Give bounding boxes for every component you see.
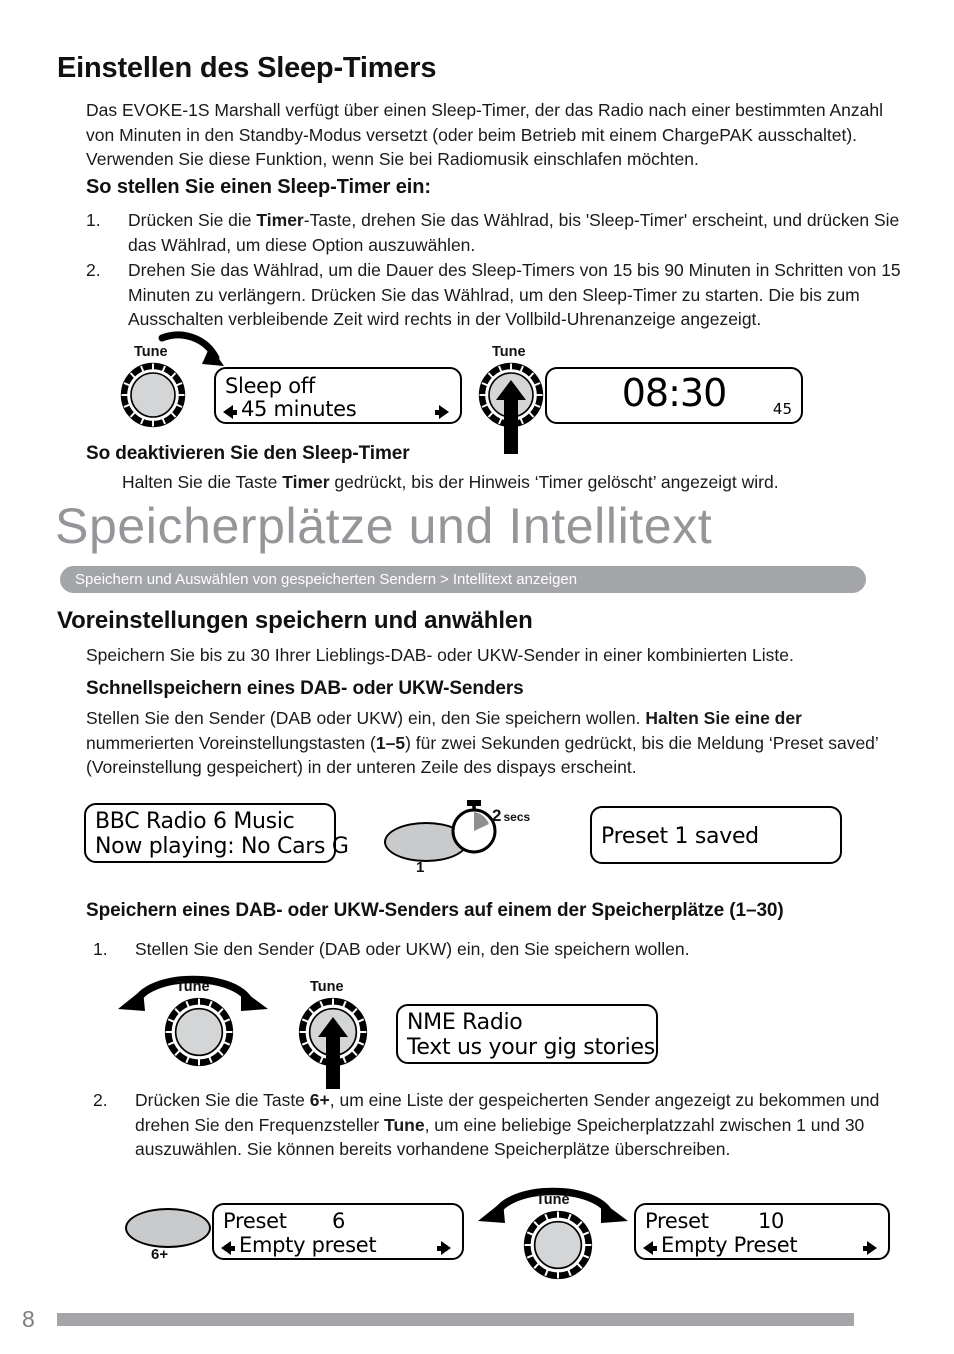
duration-number: 2 (492, 806, 502, 825)
list-item-number: 2. (86, 260, 101, 280)
knob-label-tune: Tune (310, 979, 344, 995)
knob-label-tune: Tune (176, 979, 210, 995)
presets-heading: Voreinstellungen speichern und anwählen (57, 607, 533, 634)
right-arrow-icon (863, 1241, 877, 1255)
duration-unit: secs (503, 810, 531, 824)
press-arrow-icon (318, 1017, 348, 1089)
store-heading: Speichern eines DAB- oder UKW-Senders au… (86, 900, 784, 921)
lcd-line-1: NME Radio (407, 1010, 523, 1035)
tune-knob[interactable] (523, 1210, 593, 1280)
preset-button-6plus[interactable] (125, 1208, 211, 1248)
lcd-display-nme: NME Radio Text us your gig stories (396, 1004, 658, 1064)
lcd-line-1: Sleep off (225, 374, 315, 398)
left-arrow-icon (223, 405, 237, 419)
preset-button-1-label: 1 (416, 859, 425, 876)
lcd-line-1-label: Preset (645, 1209, 709, 1233)
list-item-number: 1. (86, 210, 101, 230)
manual-page: Einstellen des Sleep-Timers Das EVOKE-1S… (0, 0, 954, 1354)
lcd-line-1-value: 6 (332, 1209, 346, 1233)
clock-remaining-minutes: 45 (772, 400, 792, 418)
duration-label: 2 secs (492, 806, 530, 826)
list-item-number: 2. (93, 1090, 108, 1110)
chapter-title: Speicherplätze und Intellitext (55, 498, 713, 554)
preset-button-6plus-label: 6+ (151, 1246, 169, 1263)
list-item: 1. Stellen Sie den Sender (DAB oder UKW)… (93, 937, 913, 962)
deactivate-heading: So deaktivieren Sie den Sleep-Timer (86, 443, 410, 464)
left-arrow-icon (221, 1241, 235, 1255)
lcd-display-station: BBC Radio 6 Music Now playing: No Cars G (84, 803, 349, 863)
left-arrow-icon (643, 1241, 657, 1255)
clock-time: 08:30 (621, 371, 728, 415)
footer-bar (57, 1313, 854, 1326)
sleep-timer-intro: Das EVOKE-1S Marshall verfügt über einen… (86, 100, 883, 170)
lcd-display-clock: 08:30 45 (545, 367, 803, 424)
press-arrow-icon (496, 380, 526, 454)
list-item-text: Drücken Sie die Taste 6+, um eine Liste … (135, 1090, 880, 1160)
list-item-text: Stellen Sie den Sender (DAB oder UKW) ei… (135, 939, 690, 959)
keyword-timer: Timer (256, 210, 304, 230)
list-item-text: Drücken Sie die Timer-Taste, drehen Sie … (128, 210, 900, 255)
quicksave-text: Stellen Sie den Sender (DAB oder UKW) ei… (86, 708, 879, 778)
keyword-timer: Timer (282, 472, 330, 492)
keyword-6plus: 6+ (309, 1090, 330, 1110)
list-item: 2. Drehen Sie das Wählrad, um die Dauer … (86, 258, 912, 332)
page-title: Einstellen des Sleep-Timers (57, 52, 437, 84)
breadcrumb: Speichern und Auswählen von gespeicherte… (60, 566, 866, 593)
list-item: 1. Drücken Sie die Timer-Taste, drehen S… (86, 208, 912, 257)
lcd-line-1-label: Preset (223, 1209, 287, 1233)
tune-knob[interactable] (120, 362, 186, 428)
lcd-line-2: Text us your gig stories (407, 1035, 655, 1060)
sleep-timer-set-heading: So stellen Sie einen Sleep-Timer ein: (86, 176, 431, 198)
presets-intro: Speichern Sie bis zu 30 Ihrer Lieblings-… (86, 645, 794, 665)
keyword-halten: Halten Sie eine der (645, 708, 802, 728)
breadcrumb-separator: > (440, 571, 449, 588)
lcd-display-preset-6: Preset 6 Empty preset (212, 1203, 464, 1260)
tune-knob[interactable] (164, 997, 234, 1067)
knob-label-tune: Tune (492, 344, 526, 360)
lcd-line-1-value: 10 (758, 1209, 785, 1233)
keyword-tune: Tune (384, 1114, 425, 1135)
lcd-line-2: Empty Preset (661, 1233, 798, 1257)
lcd-display-preset-saved: Preset 1 saved (590, 806, 842, 864)
keyword-preset-range: 1–5 (375, 732, 406, 753)
breadcrumb-item-2: Intellitext anzeigen (452, 571, 578, 588)
breadcrumb-item-1: Speichern und Auswählen von gespeicherte… (75, 571, 437, 588)
list-item: 2. Drücken Sie die Taste 6+, um eine Lis… (93, 1088, 913, 1162)
quicksave-heading: Schnellspeichern eines DAB- oder UKW-Sen… (86, 678, 524, 699)
list-item-number: 1. (93, 939, 108, 959)
lcd-line-1: BBC Radio 6 Music (95, 809, 295, 834)
lcd-display-sleep: Sleep off 45 minutes (214, 367, 462, 424)
lcd-line-1: Preset 1 saved (601, 824, 759, 849)
lcd-display-preset-10: Preset 10 Empty Preset (634, 1203, 890, 1260)
lcd-line-2: 45 minutes (241, 397, 357, 421)
lcd-line-2: Now playing: No Cars G (95, 834, 349, 859)
lcd-line-2: Empty preset (239, 1233, 377, 1257)
deactivate-text: Halten Sie die Taste Timer gedrückt, bis… (122, 472, 779, 492)
knob-label-tune: Tune (134, 344, 168, 360)
list-item-text: Drehen Sie das Wählrad, um die Dauer des… (128, 260, 901, 330)
right-arrow-icon (437, 1241, 451, 1255)
knob-label-tune: Tune (536, 1192, 570, 1208)
right-arrow-icon (435, 405, 449, 419)
page-number: 8 (22, 1306, 35, 1332)
